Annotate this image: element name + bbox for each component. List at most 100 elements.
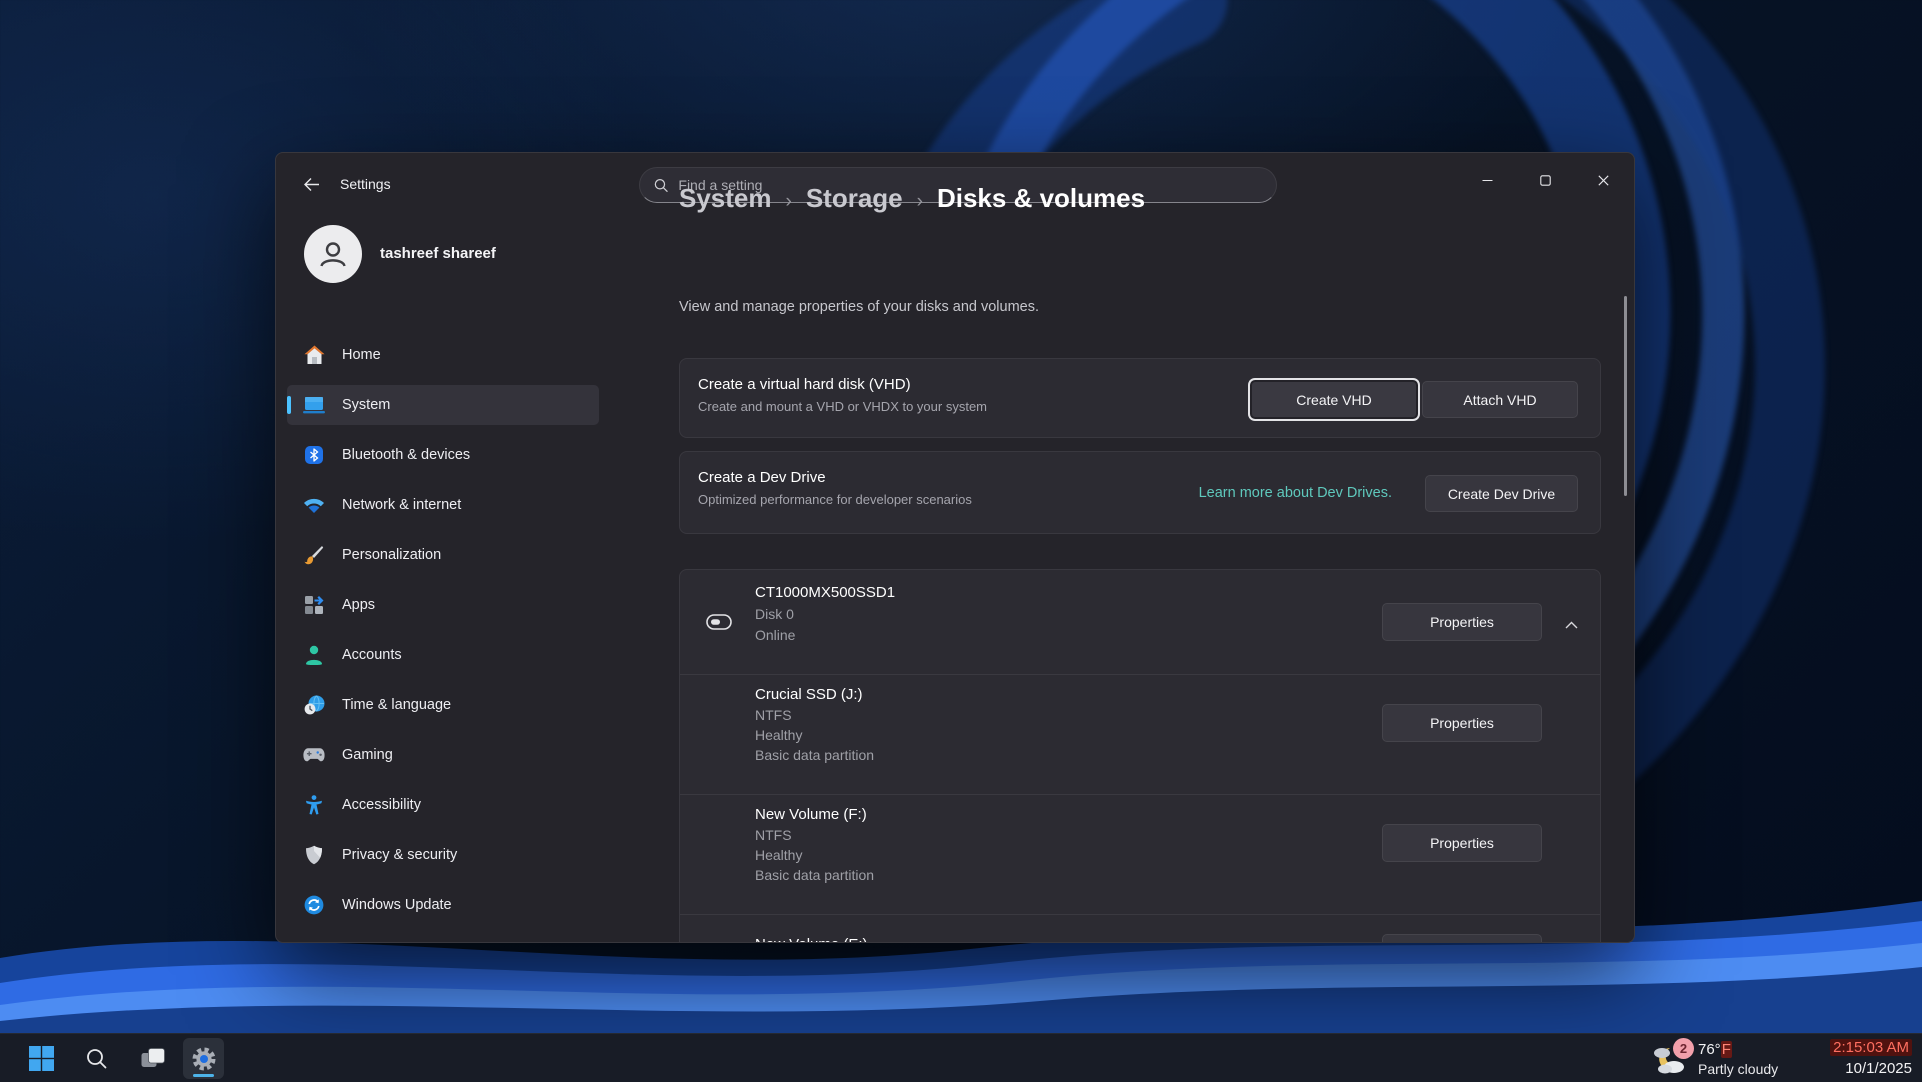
avatar[interactable] (304, 225, 362, 283)
dev-drive-card: Create a Dev Drive Optimized performance… (679, 451, 1601, 534)
create-vhd-button[interactable]: Create VHD (1248, 378, 1420, 421)
weather-temperature: 76°F (1698, 1041, 1778, 1058)
disk-row[interactable]: CT1000MX500SSD1 Disk 0 Online Properties (680, 570, 1600, 674)
home-icon (303, 344, 325, 366)
volume-filesystem: NTFS (755, 707, 874, 723)
breadcrumb-system[interactable]: System (679, 183, 772, 214)
volume-filesystem: NTFS (755, 827, 874, 843)
breadcrumb-storage[interactable]: Storage (806, 183, 903, 214)
search-icon (654, 178, 668, 193)
create-dev-drive-button[interactable]: Create Dev Drive (1425, 475, 1578, 512)
task-view-icon (141, 1048, 165, 1069)
taskbar: 2 76°F Partly cloudy 2:15:03 AM 10/1/202… (0, 1033, 1922, 1082)
sidebar-nav: Home System Bluetooth & devices Network … (287, 335, 599, 935)
sidebar-item-time-language[interactable]: Time & language (287, 685, 599, 725)
taskbar-search-button[interactable] (76, 1038, 117, 1079)
sidebar-item-bluetooth[interactable]: Bluetooth & devices (287, 435, 599, 475)
notification-badge[interactable]: 2 (1673, 1038, 1694, 1059)
bluetooth-icon (303, 444, 325, 466)
window-controls (1464, 163, 1626, 197)
weather-widget[interactable]: 2 76°F Partly cloudy (1650, 1037, 1778, 1081)
clock-widget[interactable]: 2:15:03 AM 10/1/2025 (1830, 1039, 1912, 1077)
back-arrow-icon (303, 177, 320, 192)
sidebar-item-system[interactable]: System (287, 385, 599, 425)
start-button[interactable] (21, 1038, 62, 1079)
disk-icon (706, 614, 732, 635)
volume-row[interactable]: Crucial SSD (J:) NTFS Healthy Basic data… (680, 674, 1600, 794)
breadcrumb-separator-icon: › (917, 191, 923, 213)
vhd-card: Create a virtual hard disk (VHD) Create … (679, 358, 1601, 438)
dev-drive-card-subtitle: Optimized performance for developer scen… (698, 492, 972, 507)
volume-properties-button[interactable]: Properties (1382, 704, 1542, 742)
wifi-icon (303, 494, 325, 516)
accessibility-icon (303, 794, 325, 816)
sidebar-item-apps[interactable]: Apps (287, 585, 599, 625)
windows-logo-icon (29, 1046, 54, 1071)
minimize-icon (1482, 175, 1493, 186)
accounts-icon (303, 644, 325, 666)
volume-partition-type: Basic data partition (755, 867, 874, 883)
sidebar-item-accessibility[interactable]: Accessibility (287, 785, 599, 825)
sidebar-item-gaming[interactable]: Gaming (287, 735, 599, 775)
volume-row-partial[interactable]: New Volume (E:) Properties (680, 914, 1600, 943)
sidebar-item-windows-update[interactable]: Windows Update (287, 885, 599, 925)
sidebar-item-home[interactable]: Home (287, 335, 599, 375)
volume-name: Crucial SSD (J:) (755, 686, 874, 703)
partly-cloudy-night-icon: 2 (1650, 1040, 1688, 1078)
vhd-card-subtitle: Create and mount a VHD or VHDX to your s… (698, 399, 987, 414)
time-language-icon (303, 694, 325, 716)
settings-window: Settings tashreef shareef Ho (275, 152, 1635, 943)
breadcrumb-separator-icon: › (786, 191, 792, 213)
system-icon (303, 394, 325, 416)
volume-row[interactable]: New Volume (F:) NTFS Healthy Basic data … (680, 794, 1600, 914)
volume-properties-button[interactable]: Properties (1382, 824, 1542, 862)
volume-properties-button[interactable]: Properties (1382, 934, 1542, 943)
back-button[interactable] (294, 169, 328, 199)
volume-health: Healthy (755, 727, 874, 743)
sidebar-item-network[interactable]: Network & internet (287, 485, 599, 525)
volume-name: New Volume (E:) (755, 936, 868, 943)
volume-health: Healthy (755, 847, 874, 863)
disk-label: Disk 0 (755, 606, 895, 622)
clock-date: 10/1/2025 (1830, 1060, 1912, 1077)
disk-list-card: CT1000MX500SSD1 Disk 0 Online Properties… (679, 569, 1601, 943)
shield-icon (303, 844, 325, 866)
minimize-button[interactable] (1464, 163, 1510, 197)
taskbar-settings-button[interactable] (183, 1038, 224, 1079)
close-button[interactable] (1580, 163, 1626, 197)
apps-icon (303, 594, 325, 616)
attach-vhd-button[interactable]: Attach VHD (1422, 381, 1578, 418)
page-description: View and manage properties of your disks… (679, 299, 1039, 315)
active-app-indicator (193, 1074, 214, 1077)
maximize-button[interactable] (1522, 163, 1568, 197)
brush-icon (303, 544, 325, 566)
volume-partition-type: Basic data partition (755, 747, 874, 763)
close-icon (1598, 175, 1609, 186)
clock-time: 2:15:03 AM (1830, 1039, 1912, 1056)
chevron-up-icon[interactable] (1565, 616, 1578, 634)
disk-name: CT1000MX500SSD1 (755, 584, 895, 601)
dev-drive-learn-more-link[interactable]: Learn more about Dev Drives. (1199, 485, 1392, 501)
weather-condition: Partly cloudy (1698, 1061, 1778, 1077)
scrollbar-thumb[interactable] (1624, 296, 1627, 496)
breadcrumb: System › Storage › Disks & volumes (679, 183, 1145, 214)
app-title: Settings (340, 176, 391, 192)
weather-text: 76°F Partly cloudy (1698, 1041, 1778, 1077)
disk-properties-button[interactable]: Properties (1382, 603, 1542, 641)
maximize-icon (1540, 175, 1551, 186)
volume-name: New Volume (F:) (755, 806, 874, 823)
vhd-card-title: Create a virtual hard disk (VHD) (698, 376, 987, 393)
selected-indicator (287, 396, 291, 414)
update-icon (303, 894, 325, 916)
sidebar-item-personalization[interactable]: Personalization (287, 535, 599, 575)
gear-icon (191, 1046, 217, 1072)
gamepad-icon (303, 744, 325, 766)
task-view-button[interactable] (132, 1038, 173, 1079)
user-name: tashreef shareef (380, 245, 496, 262)
disk-status: Online (755, 627, 895, 643)
sidebar-item-privacy[interactable]: Privacy & security (287, 835, 599, 875)
dev-drive-card-title: Create a Dev Drive (698, 469, 972, 486)
sidebar-item-accounts[interactable]: Accounts (287, 635, 599, 675)
search-icon (86, 1048, 107, 1069)
user-icon (316, 237, 350, 271)
